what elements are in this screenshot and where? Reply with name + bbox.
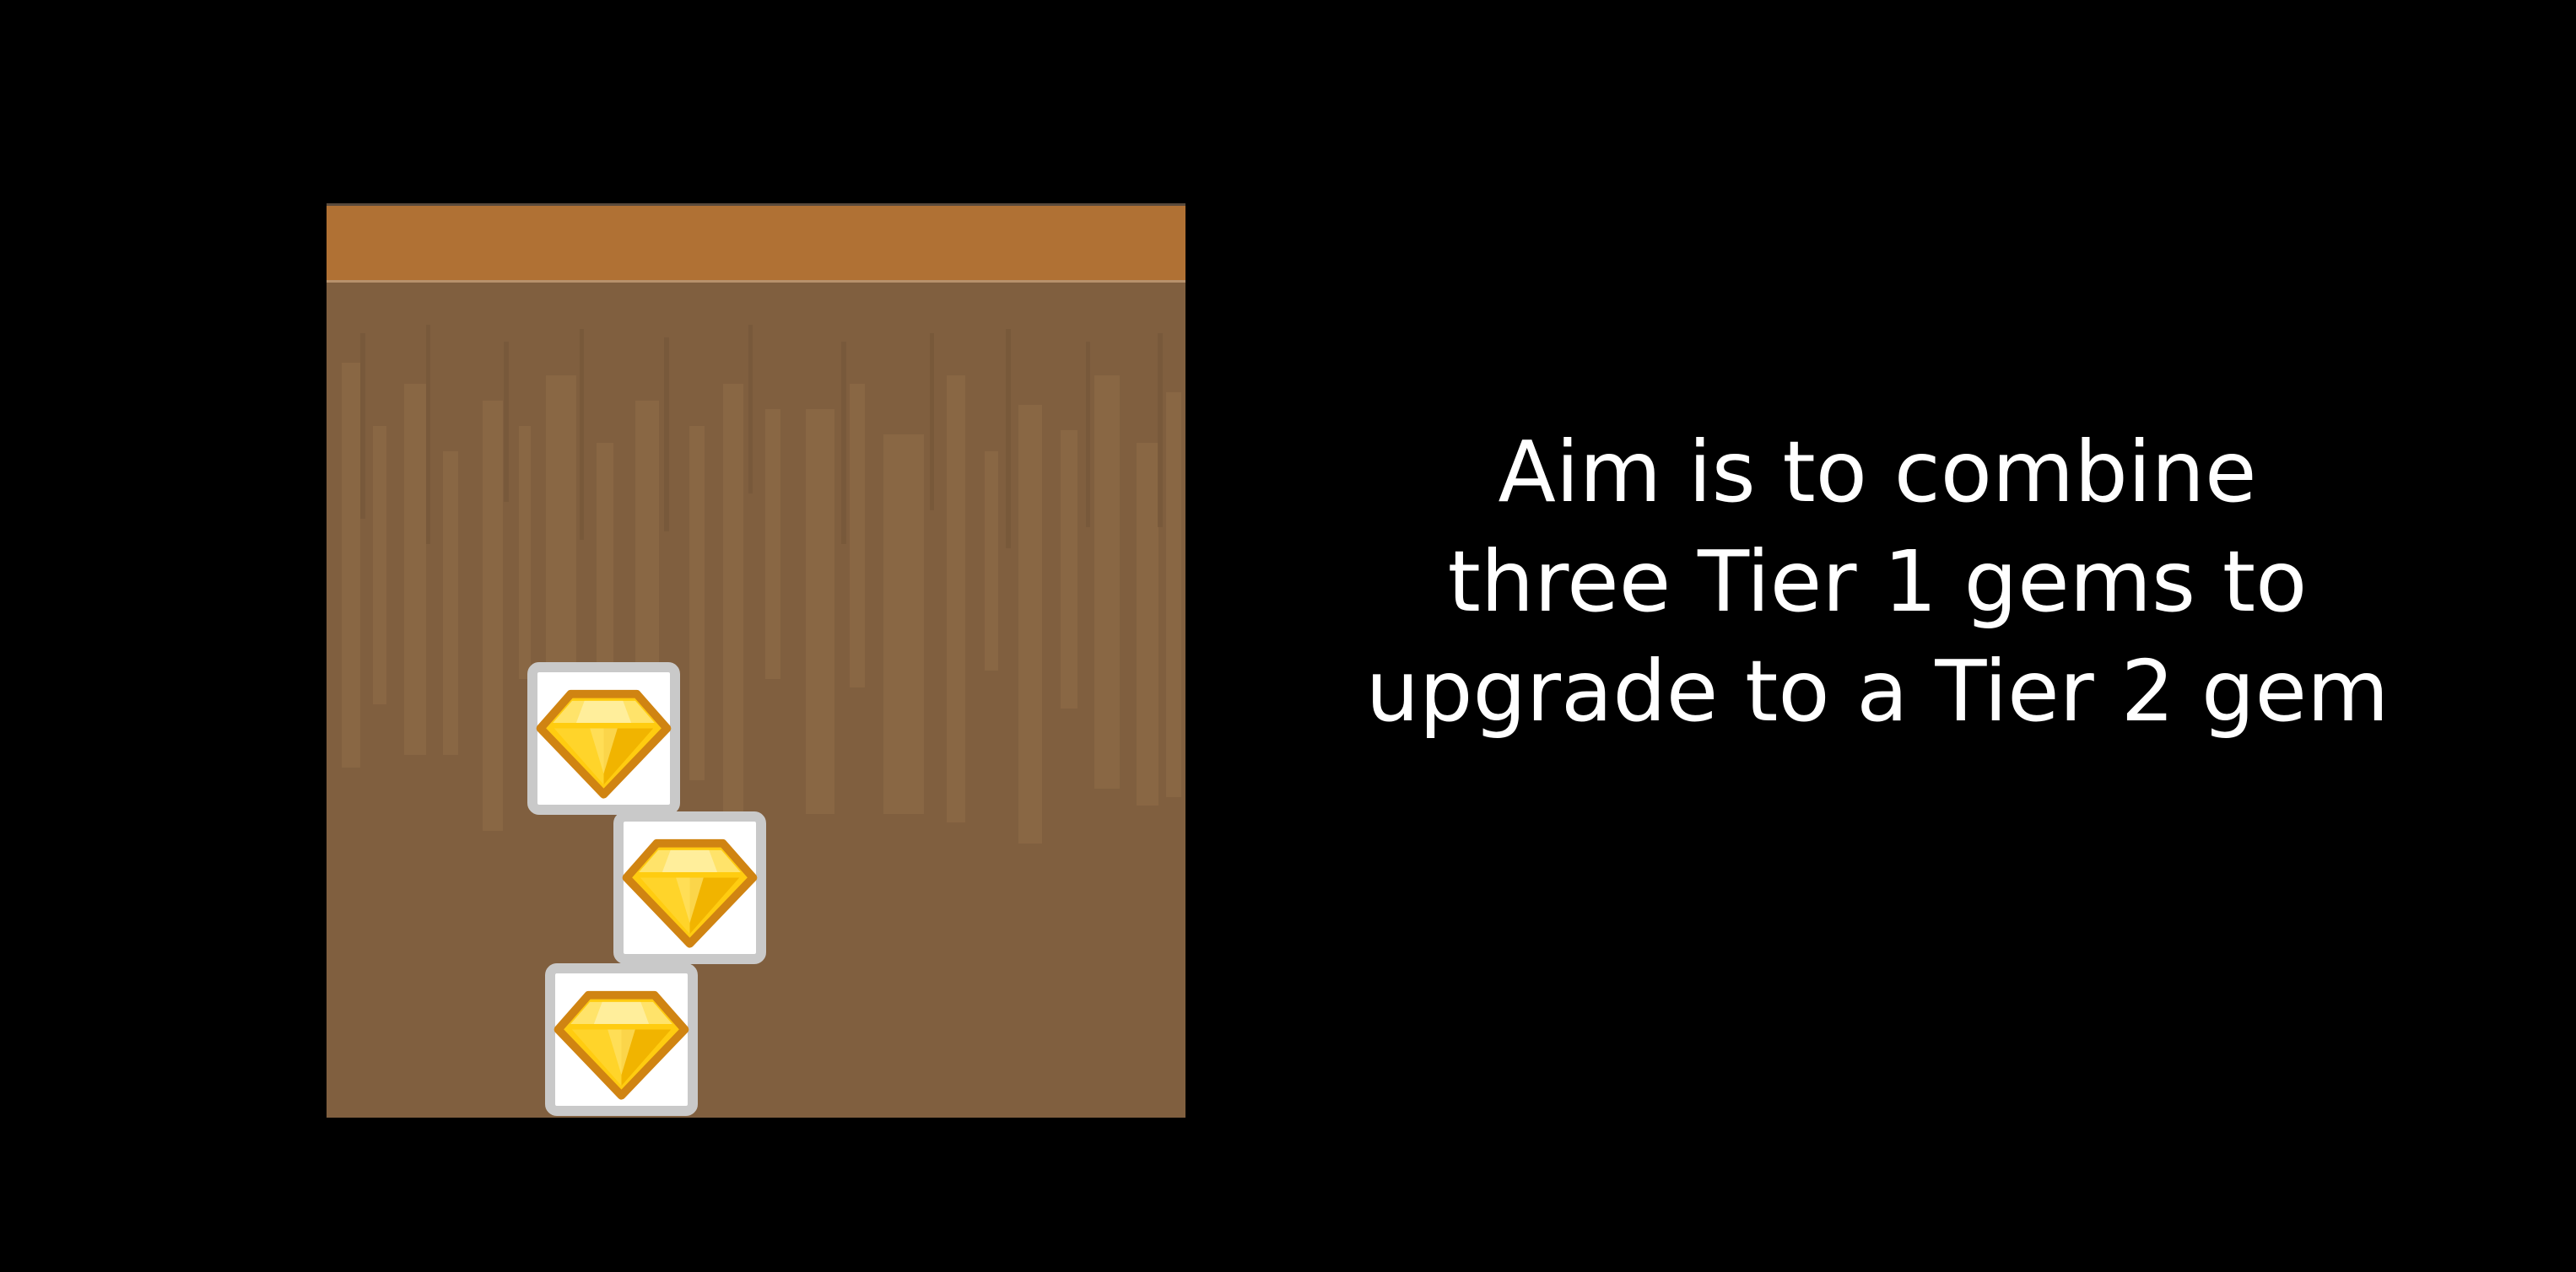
instruction-line: Aim is to combine <box>1498 423 2257 521</box>
yellow-diamond-gem-icon <box>536 689 672 799</box>
gem-tile-tier-1[interactable] <box>613 811 766 964</box>
instruction-line: upgrade to a Tier 2 gem <box>1365 642 2390 741</box>
gem-tile-tier-1[interactable] <box>545 963 698 1116</box>
instruction-line: three Tier 1 gems to <box>1447 532 2308 631</box>
gem-tile-tier-1[interactable] <box>527 662 680 815</box>
top-bar <box>327 203 1185 280</box>
game-board[interactable] <box>327 203 1185 1118</box>
yellow-diamond-gem-icon <box>554 990 689 1100</box>
yellow-diamond-gem-icon <box>622 838 758 948</box>
background-texture <box>342 325 1181 844</box>
instruction-text: Aim is to combine three Tier 1 gems to u… <box>1350 418 2405 746</box>
